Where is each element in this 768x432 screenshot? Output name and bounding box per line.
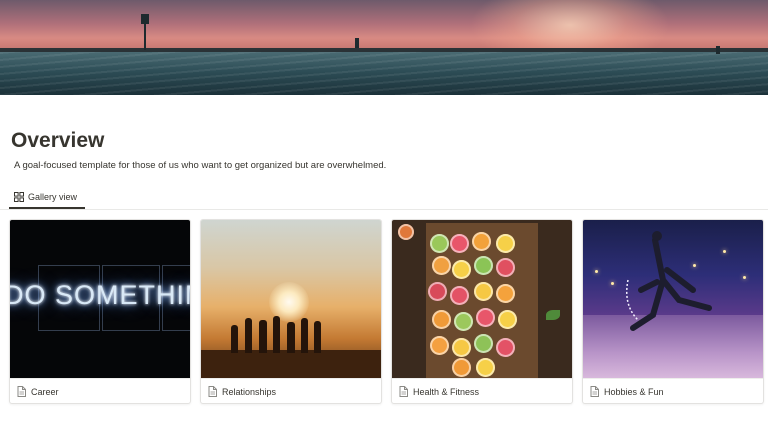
cover-marker-post (355, 38, 359, 48)
gallery-grid-icon (14, 192, 24, 202)
page-icon (17, 386, 26, 397)
card-caption: Health & Fitness (392, 378, 572, 404)
page-icon (399, 386, 408, 397)
citrus-slice (498, 310, 517, 329)
citrus-slice (474, 334, 493, 353)
citrus-slice (496, 258, 515, 277)
card-caption: Relationships (201, 378, 381, 404)
citrus-slice (430, 336, 449, 355)
gallery-card-career[interactable]: DO SOMETHING GREAT Career (9, 219, 191, 404)
card-cover-image (583, 220, 763, 378)
citrus-slice (496, 338, 515, 357)
page-title: Overview (11, 129, 104, 153)
citrus-slice (452, 358, 471, 377)
person-silhouette (245, 318, 252, 353)
leaf (546, 310, 560, 320)
citrus-slice (476, 308, 495, 327)
citrus-slice (432, 310, 451, 329)
cover-water (0, 52, 768, 95)
person-silhouette (301, 318, 308, 353)
citrus-slice (454, 312, 473, 331)
card-cover-image (201, 220, 381, 378)
citrus-slice (474, 256, 493, 275)
page-cover-image (0, 0, 768, 95)
citrus-slice (432, 256, 451, 275)
person-silhouette (259, 320, 267, 353)
card-cover-image: DO SOMETHING GREAT (10, 220, 190, 378)
citrus-slice (450, 234, 469, 253)
page-icon (590, 386, 599, 397)
page-icon (208, 386, 217, 397)
citrus-slice (472, 232, 491, 251)
card-caption: Hobbies & Fun (583, 378, 763, 404)
tab-label: Gallery view (28, 192, 77, 202)
person-silhouette (287, 322, 295, 353)
card-caption: Career (10, 378, 190, 404)
cover-marker-post (141, 14, 149, 24)
cover-marker-post (716, 46, 720, 54)
card-title: Health & Fitness (413, 387, 479, 397)
citrus-slice (474, 282, 493, 301)
citrus-slice (452, 260, 471, 279)
card-title: Relationships (222, 387, 276, 397)
tab-divider (0, 209, 768, 210)
person-silhouette (314, 321, 321, 353)
hill-silhouette (201, 350, 381, 378)
person-silhouette (273, 316, 280, 353)
neon-sign-text: DO SOMETHING GREAT (10, 280, 190, 320)
tab-gallery-view[interactable]: Gallery view (9, 186, 85, 209)
citrus-slice (428, 282, 447, 301)
citrus-slice (452, 338, 471, 357)
cover-marker-post (144, 24, 146, 50)
gallery-card-hobbies-fun[interactable]: Hobbies & Fun (582, 219, 764, 404)
citrus-slice (450, 286, 469, 305)
card-cover-image (392, 220, 572, 378)
citrus-slice (476, 358, 495, 377)
gallery-card-relationships[interactable]: Relationships (200, 219, 382, 404)
gallery-card-health-fitness[interactable]: Health & Fitness (391, 219, 573, 404)
card-title: Career (31, 387, 59, 397)
page-description: A goal-focused template for those of us … (14, 160, 386, 171)
citrus-slice (496, 284, 515, 303)
citrus-slice (496, 234, 515, 253)
person-silhouette (231, 325, 238, 353)
dancer-figure (583, 220, 763, 378)
citrus-slice (398, 224, 414, 240)
citrus-slice (430, 234, 449, 253)
card-title: Hobbies & Fun (604, 387, 664, 397)
